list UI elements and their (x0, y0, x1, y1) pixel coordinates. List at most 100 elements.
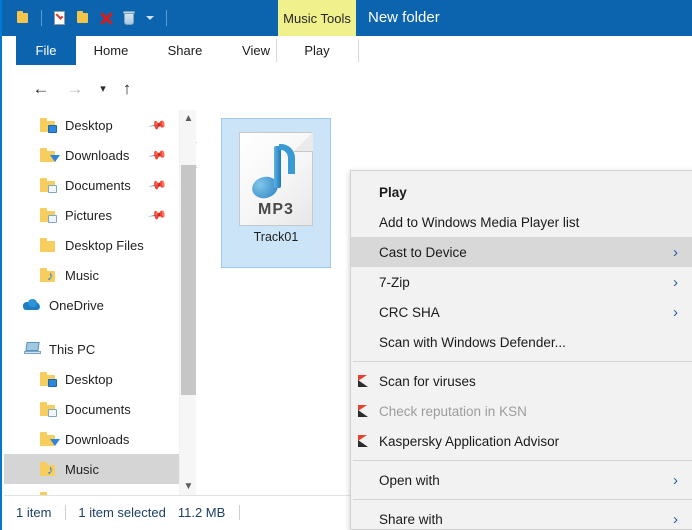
sidebar-item-label: OneDrive (49, 297, 104, 313)
window-title: New folder (368, 9, 440, 26)
new-folder-icon[interactable] (74, 9, 92, 27)
navigation-pane-scrollbar[interactable]: ▲ ▼ (179, 110, 196, 495)
sidebar-item-music-quick[interactable]: Music (4, 260, 179, 290)
onedrive-cloud-icon (23, 296, 42, 314)
kaspersky-icon (357, 434, 372, 449)
ribbon-tab-strip: File Home Share View Play (2, 36, 692, 66)
sidebar-item-label: Documents (65, 177, 131, 193)
tab-divider (276, 39, 277, 62)
recycle-bin-icon[interactable] (120, 9, 138, 27)
tab-home[interactable]: Home (80, 36, 142, 65)
toolbar-separator (166, 10, 167, 26)
menu-separator (353, 361, 692, 362)
sidebar-item-onedrive[interactable]: OneDrive (4, 290, 179, 320)
kaspersky-icon (357, 374, 372, 389)
folder-music-icon (40, 460, 58, 478)
menu-item-cast-to-device[interactable]: Cast to Device › (351, 237, 692, 267)
menu-separator (353, 460, 692, 461)
folder-documents-icon (40, 176, 58, 194)
menu-item-check-reputation-in-ksn: Check reputation in KSN (351, 396, 692, 426)
pin-icon[interactable]: 📌 (147, 175, 167, 195)
context-menu[interactable]: Play Add to Windows Media Player list Ca… (350, 170, 692, 530)
status-selection: 1 item selected (78, 505, 166, 520)
toolbar-separator (41, 10, 42, 26)
list-item[interactable]: MP3 Track01 (221, 118, 331, 268)
checklist-document-icon[interactable] (51, 9, 69, 27)
menu-item-kaspersky-application-advisor[interactable]: Kaspersky Application Advisor (351, 426, 692, 456)
back-arrow-icon[interactable]: ← (28, 76, 54, 102)
folder-icon (40, 236, 58, 254)
file-name-label: Track01 (253, 230, 299, 244)
sidebar-item-label: This PC (49, 341, 96, 357)
sidebar-item-label: Downloads (65, 431, 130, 447)
sidebar-item-desktop-pc[interactable]: Desktop (4, 364, 179, 394)
sidebar-item-label: Desktop (65, 371, 113, 387)
menu-item-label: Add to Windows Media Player list (379, 214, 580, 230)
sidebar-item-label: Pictures (65, 207, 112, 223)
chevron-down-icon[interactable]: ▼ (180, 478, 197, 495)
navigation-pane: Desktop 📌 Downloads 📌 Documents 📌 Pictur… (4, 110, 179, 495)
recent-locations-chevron-down-icon[interactable]: ▾ (90, 76, 116, 102)
sidebar-item-desktop-quick[interactable]: Desktop 📌 (4, 110, 179, 140)
menu-item-label: Open with (379, 472, 440, 488)
menu-item-play[interactable]: Play (351, 177, 692, 207)
menu-item-scan-for-viruses[interactable]: Scan for viruses (351, 366, 692, 396)
menu-item-open-with[interactable]: Open with › (351, 465, 692, 495)
scrollbar-thumb[interactable] (181, 165, 196, 395)
chevron-right-icon: › (673, 510, 678, 528)
this-pc-icon (24, 340, 42, 358)
pin-icon[interactable]: 📌 (147, 205, 167, 225)
folder-desktop-icon (40, 116, 58, 134)
sidebar-item-label: Music (65, 267, 99, 283)
forward-arrow-icon[interactable]: → (62, 76, 88, 102)
sidebar-item-label: Downloads (65, 147, 130, 163)
mp3-file-icon: MP3 (239, 132, 313, 226)
title-bar: Music Tools New folder (2, 0, 692, 36)
menu-item-label: Check reputation in KSN (379, 403, 527, 419)
status-size: 11.2 MB (177, 505, 226, 520)
tab-file[interactable]: File (16, 36, 76, 65)
tab-divider (358, 39, 359, 62)
chevron-up-icon[interactable]: ▲ (180, 110, 197, 127)
folder-music-icon (40, 266, 58, 284)
menu-item-label: 7-Zip (379, 274, 410, 290)
status-item-count: 1 item (16, 505, 52, 520)
sidebar-item-label: Desktop (65, 117, 113, 133)
up-arrow-icon[interactable]: ↑ (114, 76, 140, 102)
menu-separator (353, 499, 692, 500)
sidebar-item-downloads-quick[interactable]: Downloads 📌 (4, 140, 179, 170)
sidebar-item-music-pc[interactable]: Music (4, 454, 179, 484)
menu-item-7-zip[interactable]: 7-Zip › (351, 267, 692, 297)
sidebar-item-desktop-files[interactable]: Desktop Files (4, 230, 179, 260)
tab-play[interactable]: Play (278, 36, 356, 65)
chevron-down-icon[interactable] (143, 9, 157, 27)
menu-item-crc-sha[interactable]: CRC SHA › (351, 297, 692, 327)
pin-icon[interactable]: 📌 (147, 115, 167, 135)
menu-item-label: Kaspersky Application Advisor (379, 433, 560, 449)
menu-item-scan-with-windows-defender[interactable]: Scan with Windows Defender... (351, 327, 692, 357)
sidebar-item-label: Desktop Files (65, 237, 144, 253)
quick-access-toolbar (14, 0, 171, 36)
folder-pictures-icon (40, 206, 58, 224)
sidebar-item-this-pc[interactable]: This PC (4, 334, 179, 364)
menu-item-label: Scan with Windows Defender... (379, 334, 566, 350)
pin-icon[interactable]: 📌 (147, 145, 167, 165)
chevron-right-icon: › (673, 303, 678, 321)
red-x-delete-icon[interactable] (97, 9, 115, 27)
contextual-tab-group-music-tools: Music Tools (278, 0, 356, 36)
chevron-right-icon: › (673, 243, 678, 261)
folder-downloads-icon (40, 430, 60, 448)
folder-icon[interactable] (14, 9, 32, 27)
menu-item-label: Scan for viruses (379, 373, 476, 389)
sidebar-item-downloads-pc[interactable]: Downloads (4, 424, 179, 454)
sidebar-item-documents-quick[interactable]: Documents 📌 (4, 170, 179, 200)
sidebar-item-pictures-quick[interactable]: Pictures 📌 (4, 200, 179, 230)
chevron-right-icon: › (673, 273, 678, 291)
tab-share[interactable]: Share (154, 36, 216, 65)
folder-desktop-icon (40, 370, 58, 388)
sidebar-item-partial[interactable] (4, 484, 179, 495)
menu-item-share-with[interactable]: Share with › (351, 504, 692, 529)
menu-item-add-to-windows-media-player-list[interactable]: Add to Windows Media Player list (351, 207, 692, 237)
menu-item-label: Play (379, 184, 407, 200)
sidebar-item-documents-pc[interactable]: Documents (4, 394, 179, 424)
